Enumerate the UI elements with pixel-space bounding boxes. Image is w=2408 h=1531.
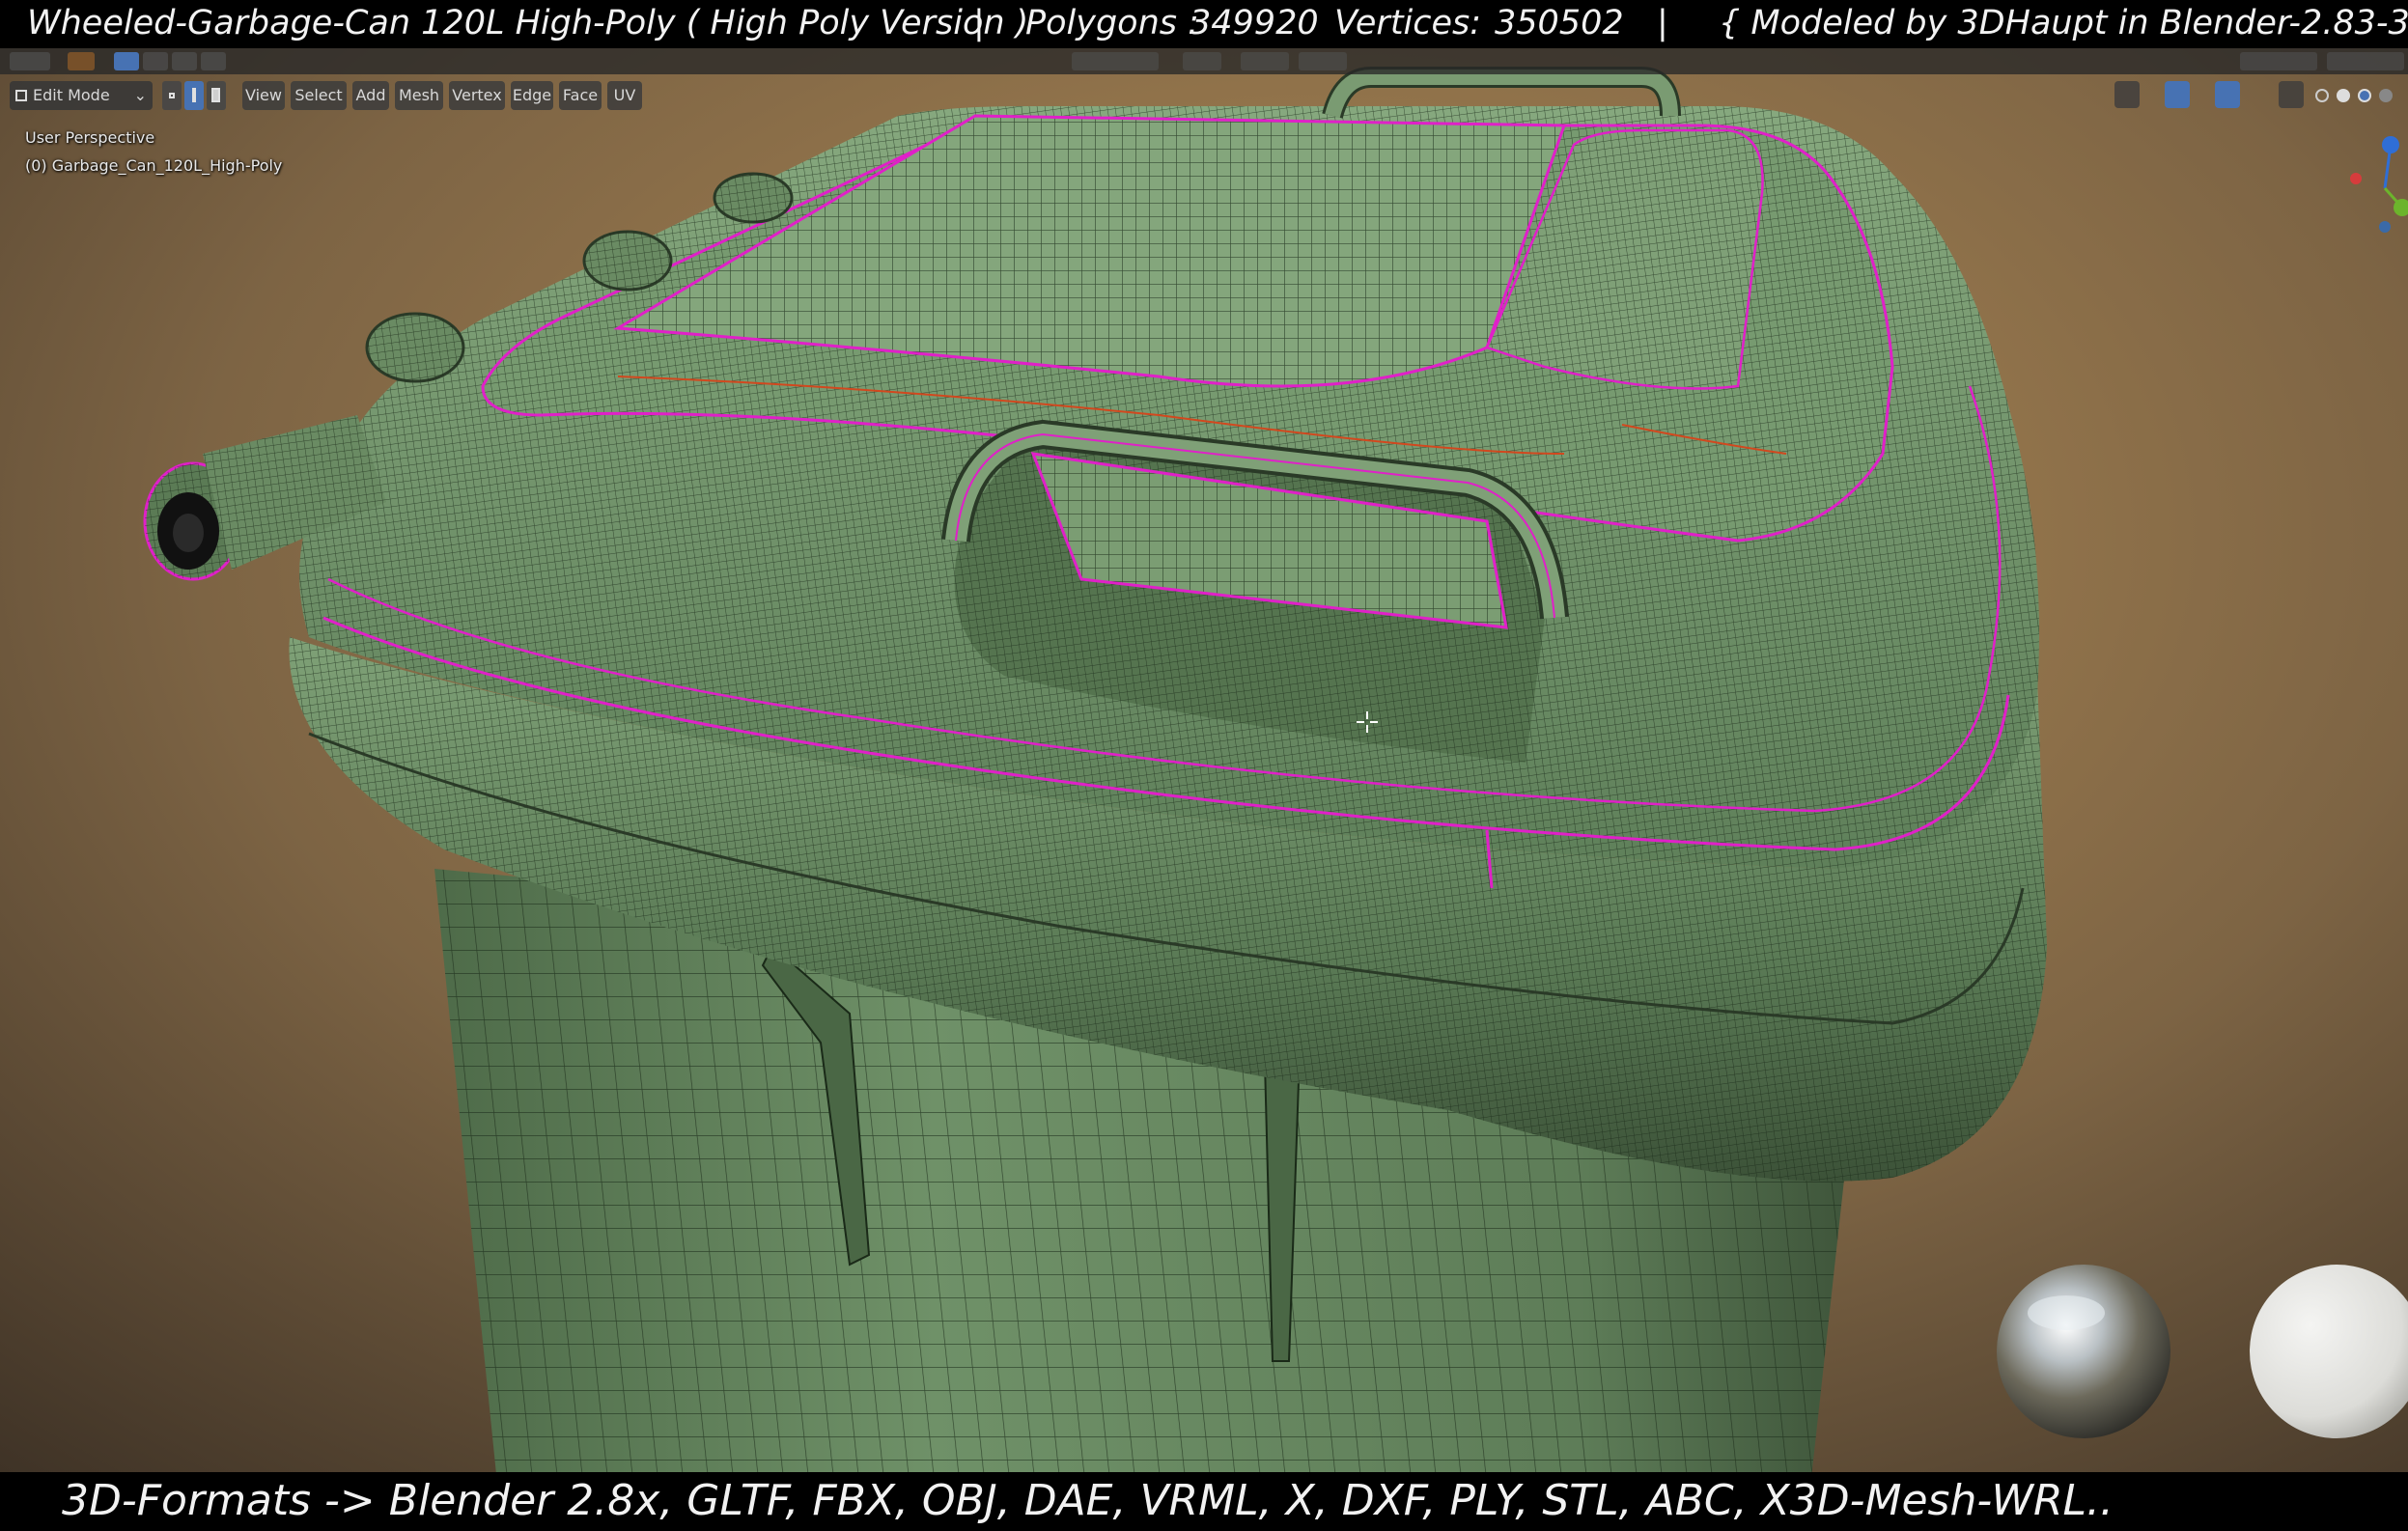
perspective-label: User Perspective xyxy=(25,128,155,147)
formats-text: 3D-Formats -> Blender 2.8x, GLTF, FBX, O… xyxy=(62,1476,2114,1525)
chrome-ball-icon xyxy=(1997,1265,2170,1438)
credit-text: { Modeled by 3DHaupt in Blender-2.83-3 } xyxy=(1719,4,2408,42)
model-name: Wheeled-Garbage-Can 120L High-Poly ( Hig… xyxy=(27,4,1029,42)
edit-mode-icon xyxy=(15,90,27,101)
mode-dropdown[interactable]: Edit Mode ⌄ xyxy=(10,81,153,110)
viewport-overlays-group xyxy=(2114,81,2404,110)
mode-label: Edit Mode xyxy=(33,86,110,104)
polygons-value: 349920 xyxy=(1190,4,1319,42)
toolbar-button[interactable] xyxy=(172,52,197,70)
menu-view[interactable]: View xyxy=(242,81,285,110)
menu-vertex[interactable]: Vertex xyxy=(449,81,505,110)
object-name-label: (0) Garbage_Can_120L_High-Poly xyxy=(25,156,283,175)
edge-select-icon[interactable] xyxy=(184,81,204,110)
viewport-header: Edit Mode ⌄ View Select Add Mesh Vertex E… xyxy=(0,77,2408,114)
toolbar-button[interactable] xyxy=(1241,52,1289,70)
viewport-scene[interactable] xyxy=(0,0,2408,1531)
toolbar-button[interactable] xyxy=(2327,52,2404,70)
gizmo-toggle-icon[interactable] xyxy=(2165,81,2190,108)
menu-add[interactable]: Add xyxy=(352,81,389,110)
menu-mesh[interactable]: Mesh xyxy=(395,81,443,110)
toolbar-button[interactable] xyxy=(2240,52,2317,70)
tool-settings-strip xyxy=(0,48,2408,74)
separator: | xyxy=(1657,4,1668,42)
wireframe-shading-icon[interactable] xyxy=(2315,89,2329,102)
toolbar-button[interactable] xyxy=(68,52,95,70)
separator: | xyxy=(973,4,985,42)
solid-shading-icon[interactable] xyxy=(2337,89,2350,102)
toolbar-button[interactable] xyxy=(201,52,226,70)
vertices-value: 350502 xyxy=(1495,4,1624,42)
toolbar-button[interactable] xyxy=(143,52,168,70)
3d-viewport[interactable]: Edit Mode ⌄ View Select Add Mesh Vertex E… xyxy=(0,0,2408,1531)
xray-toggle-icon[interactable] xyxy=(2279,81,2304,108)
3d-cursor-crosshair-icon xyxy=(1357,711,1378,733)
material-shading-icon[interactable] xyxy=(2358,89,2371,102)
menu-uv[interactable]: UV xyxy=(607,81,642,110)
toolbar-button[interactable] xyxy=(10,52,50,70)
visibility-icon[interactable] xyxy=(2114,81,2140,108)
face-select-icon[interactable] xyxy=(207,81,226,110)
chevron-down-icon: ⌄ xyxy=(133,86,147,104)
menu-edge[interactable]: Edge xyxy=(511,81,553,110)
title-banner: Wheeled-Garbage-Can 120L High-Poly ( Hig… xyxy=(0,0,2408,48)
polygons-label: Polygons : xyxy=(1025,4,1199,42)
vertices-label: Vertices: xyxy=(1334,4,1482,42)
toolbar-button[interactable] xyxy=(1183,52,1221,70)
overlays-toggle-icon[interactable] xyxy=(2215,81,2240,108)
toolbar-button[interactable] xyxy=(114,52,139,70)
toolbar-button[interactable] xyxy=(1072,52,1159,70)
vertex-select-icon[interactable] xyxy=(162,81,182,110)
navigation-gizmo-icon[interactable] xyxy=(2337,125,2408,251)
rendered-shading-icon[interactable] xyxy=(2379,89,2393,102)
menu-face[interactable]: Face xyxy=(559,81,602,110)
toolbar-button[interactable] xyxy=(1299,52,1347,70)
formats-banner: 3D-Formats -> Blender 2.8x, GLTF, FBX, O… xyxy=(0,1472,2408,1531)
menu-select[interactable]: Select xyxy=(291,81,347,110)
